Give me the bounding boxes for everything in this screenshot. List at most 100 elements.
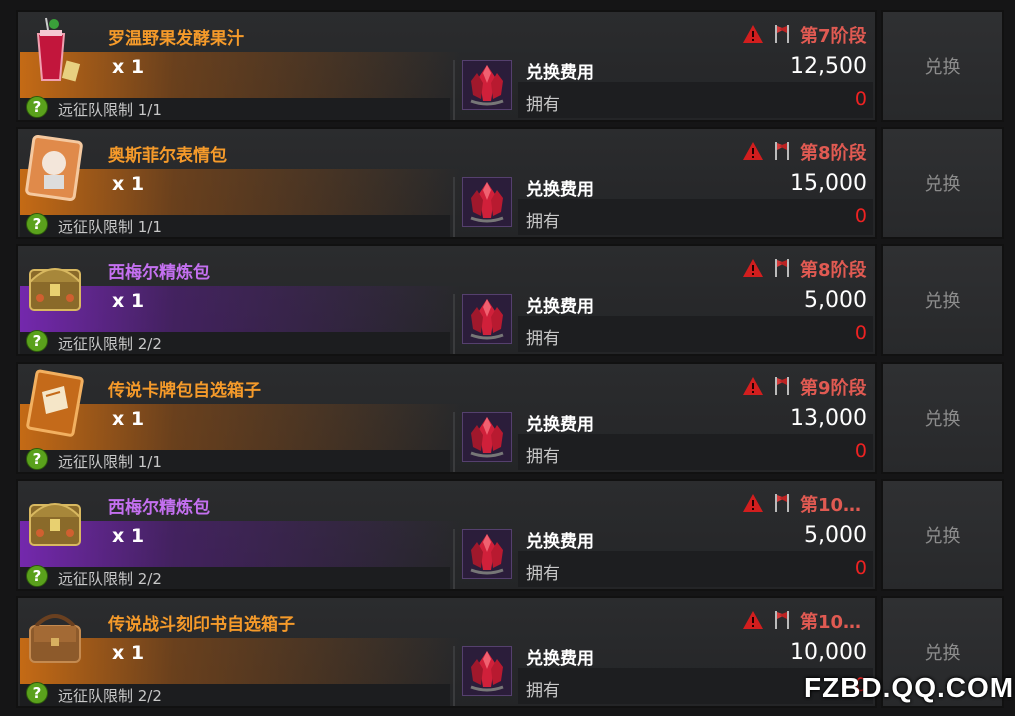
item-name: 奥斯菲尔表情包 bbox=[108, 146, 227, 166]
red-crystal-icon bbox=[462, 60, 512, 110]
owned-label: 拥有 bbox=[526, 212, 560, 232]
help-icon[interactable]: ? bbox=[26, 213, 48, 235]
warning-icon bbox=[742, 24, 764, 44]
help-icon[interactable]: ? bbox=[26, 96, 48, 118]
crossed-flags-icon bbox=[770, 23, 794, 45]
cost-value: 15,000 bbox=[790, 171, 867, 196]
shop-item-row: 传说卡牌包自选箱子 x 1 ? 远征队限制 1/1 兑换费用 13,000 拥有… bbox=[16, 362, 1004, 474]
cost-label: 兑换费用 bbox=[526, 415, 594, 435]
exchange-button[interactable]: 兑换 bbox=[881, 127, 1004, 239]
cost-label: 兑换费用 bbox=[526, 532, 594, 552]
expedition-limit: 远征队限制 2/2 bbox=[58, 570, 162, 588]
juice-glass-icon bbox=[24, 16, 84, 86]
item-card: 西梅尔精炼包 x 1 ? 远征队限制 2/2 兑换费用 5,000 拥有 0 第… bbox=[16, 479, 877, 591]
rarity-glow bbox=[20, 52, 460, 98]
exchange-button[interactable]: 兑换 bbox=[881, 362, 1004, 474]
stage-requirement: 第7阶段 bbox=[800, 26, 867, 47]
divider bbox=[453, 646, 455, 706]
owned-bar bbox=[518, 82, 873, 118]
help-icon[interactable]: ? bbox=[26, 565, 48, 587]
cost-label: 兑换费用 bbox=[526, 297, 594, 317]
crossed-flags-icon bbox=[770, 257, 794, 279]
item-name: 传说卡牌包自选箱子 bbox=[108, 381, 261, 401]
red-crystal-icon bbox=[462, 646, 512, 696]
item-name: 西梅尔精炼包 bbox=[108, 263, 210, 283]
owned-bar bbox=[518, 434, 873, 470]
warning-icon bbox=[742, 376, 764, 396]
crossed-flags-icon bbox=[770, 375, 794, 397]
treasure-chest-icon bbox=[24, 485, 84, 555]
crossed-flags-icon bbox=[770, 609, 794, 631]
cost-value: 12,500 bbox=[790, 54, 867, 79]
shop-item-row: 罗温野果发酵果汁 x 1 ? 远征队限制 1/1 兑换费用 12,500 拥有 … bbox=[16, 10, 1004, 122]
cost-value: 5,000 bbox=[804, 288, 867, 313]
exchange-button[interactable]: 兑换 bbox=[881, 479, 1004, 591]
item-card: 传说卡牌包自选箱子 x 1 ? 远征队限制 1/1 兑换费用 13,000 拥有… bbox=[16, 362, 877, 474]
shop-item-row: 西梅尔精炼包 x 1 ? 远征队限制 2/2 兑换费用 5,000 拥有 0 第… bbox=[16, 244, 1004, 356]
stage-requirement: 第9阶段 bbox=[800, 378, 867, 399]
treasure-chest-icon bbox=[24, 250, 84, 320]
rarity-glow bbox=[20, 286, 460, 332]
crossed-flags-icon bbox=[770, 140, 794, 162]
owned-value: 0 bbox=[854, 88, 867, 110]
owned-value: 0 bbox=[854, 322, 867, 344]
owned-label: 拥有 bbox=[526, 564, 560, 584]
divider bbox=[453, 177, 455, 237]
cost-label: 兑换费用 bbox=[526, 63, 594, 83]
divider bbox=[453, 529, 455, 589]
leather-bag-icon bbox=[24, 602, 84, 672]
cost-value: 10,000 bbox=[790, 640, 867, 665]
shop-item-row: 西梅尔精炼包 x 1 ? 远征队限制 2/2 兑换费用 5,000 拥有 0 第… bbox=[16, 479, 1004, 591]
exchange-button[interactable]: 兑换 bbox=[881, 10, 1004, 122]
expedition-limit: 远征队限制 1/1 bbox=[58, 218, 162, 236]
stage-requirement: 第10… bbox=[800, 612, 862, 633]
owned-value: 0 bbox=[854, 557, 867, 579]
exchange-button[interactable]: 兑换 bbox=[881, 244, 1004, 356]
item-quantity: x 1 bbox=[112, 56, 145, 78]
rarity-glow bbox=[20, 404, 460, 450]
red-crystal-icon bbox=[462, 412, 512, 462]
stage-requirement: 第10… bbox=[800, 495, 862, 516]
expedition-limit: 远征队限制 1/1 bbox=[58, 453, 162, 471]
cost-value: 5,000 bbox=[804, 523, 867, 548]
stage-requirement: 第8阶段 bbox=[800, 260, 867, 281]
card-book-icon bbox=[24, 368, 84, 438]
cost-label: 兑换费用 bbox=[526, 649, 594, 669]
help-icon[interactable]: ? bbox=[26, 682, 48, 704]
item-name: 西梅尔精炼包 bbox=[108, 498, 210, 518]
item-quantity: x 1 bbox=[112, 290, 145, 312]
expedition-limit: 远征队限制 1/1 bbox=[58, 101, 162, 119]
expedition-limit: 远征队限制 2/2 bbox=[58, 335, 162, 353]
item-quantity: x 1 bbox=[112, 408, 145, 430]
help-icon[interactable]: ? bbox=[26, 448, 48, 470]
warning-icon bbox=[742, 258, 764, 278]
item-card: 罗温野果发酵果汁 x 1 ? 远征队限制 1/1 兑换费用 12,500 拥有 … bbox=[16, 10, 877, 122]
warning-icon bbox=[742, 610, 764, 630]
item-name: 传说战斗刻印书自选箱子 bbox=[108, 615, 295, 635]
shop-item-row: 奥斯菲尔表情包 x 1 ? 远征队限制 1/1 兑换费用 15,000 拥有 0… bbox=[16, 127, 1004, 239]
stage-requirement: 第8阶段 bbox=[800, 143, 867, 164]
warning-icon bbox=[742, 141, 764, 161]
item-card: 传说战斗刻印书自选箱子 x 1 ? 远征队限制 2/2 兑换费用 10,000 … bbox=[16, 596, 877, 708]
cost-label: 兑换费用 bbox=[526, 180, 594, 200]
owned-label: 拥有 bbox=[526, 681, 560, 701]
divider bbox=[453, 294, 455, 354]
red-crystal-icon bbox=[462, 294, 512, 344]
exchange-shop-list: 罗温野果发酵果汁 x 1 ? 远征队限制 1/1 兑换费用 12,500 拥有 … bbox=[0, 0, 1015, 716]
owned-bar bbox=[518, 316, 873, 352]
owned-bar bbox=[518, 551, 873, 587]
owned-label: 拥有 bbox=[526, 329, 560, 349]
watermark: FZBD.QQ.COM bbox=[804, 672, 1015, 703]
item-quantity: x 1 bbox=[112, 173, 145, 195]
warning-icon bbox=[742, 493, 764, 513]
rarity-glow bbox=[20, 169, 460, 215]
cost-value: 13,000 bbox=[790, 406, 867, 431]
help-icon[interactable]: ? bbox=[26, 330, 48, 352]
owned-bar bbox=[518, 199, 873, 235]
item-quantity: x 1 bbox=[112, 642, 145, 664]
rarity-glow bbox=[20, 638, 460, 684]
rarity-glow bbox=[20, 521, 460, 567]
item-card: 奥斯菲尔表情包 x 1 ? 远征队限制 1/1 兑换费用 15,000 拥有 0… bbox=[16, 127, 877, 239]
item-name: 罗温野果发酵果汁 bbox=[108, 29, 244, 49]
owned-label: 拥有 bbox=[526, 447, 560, 467]
